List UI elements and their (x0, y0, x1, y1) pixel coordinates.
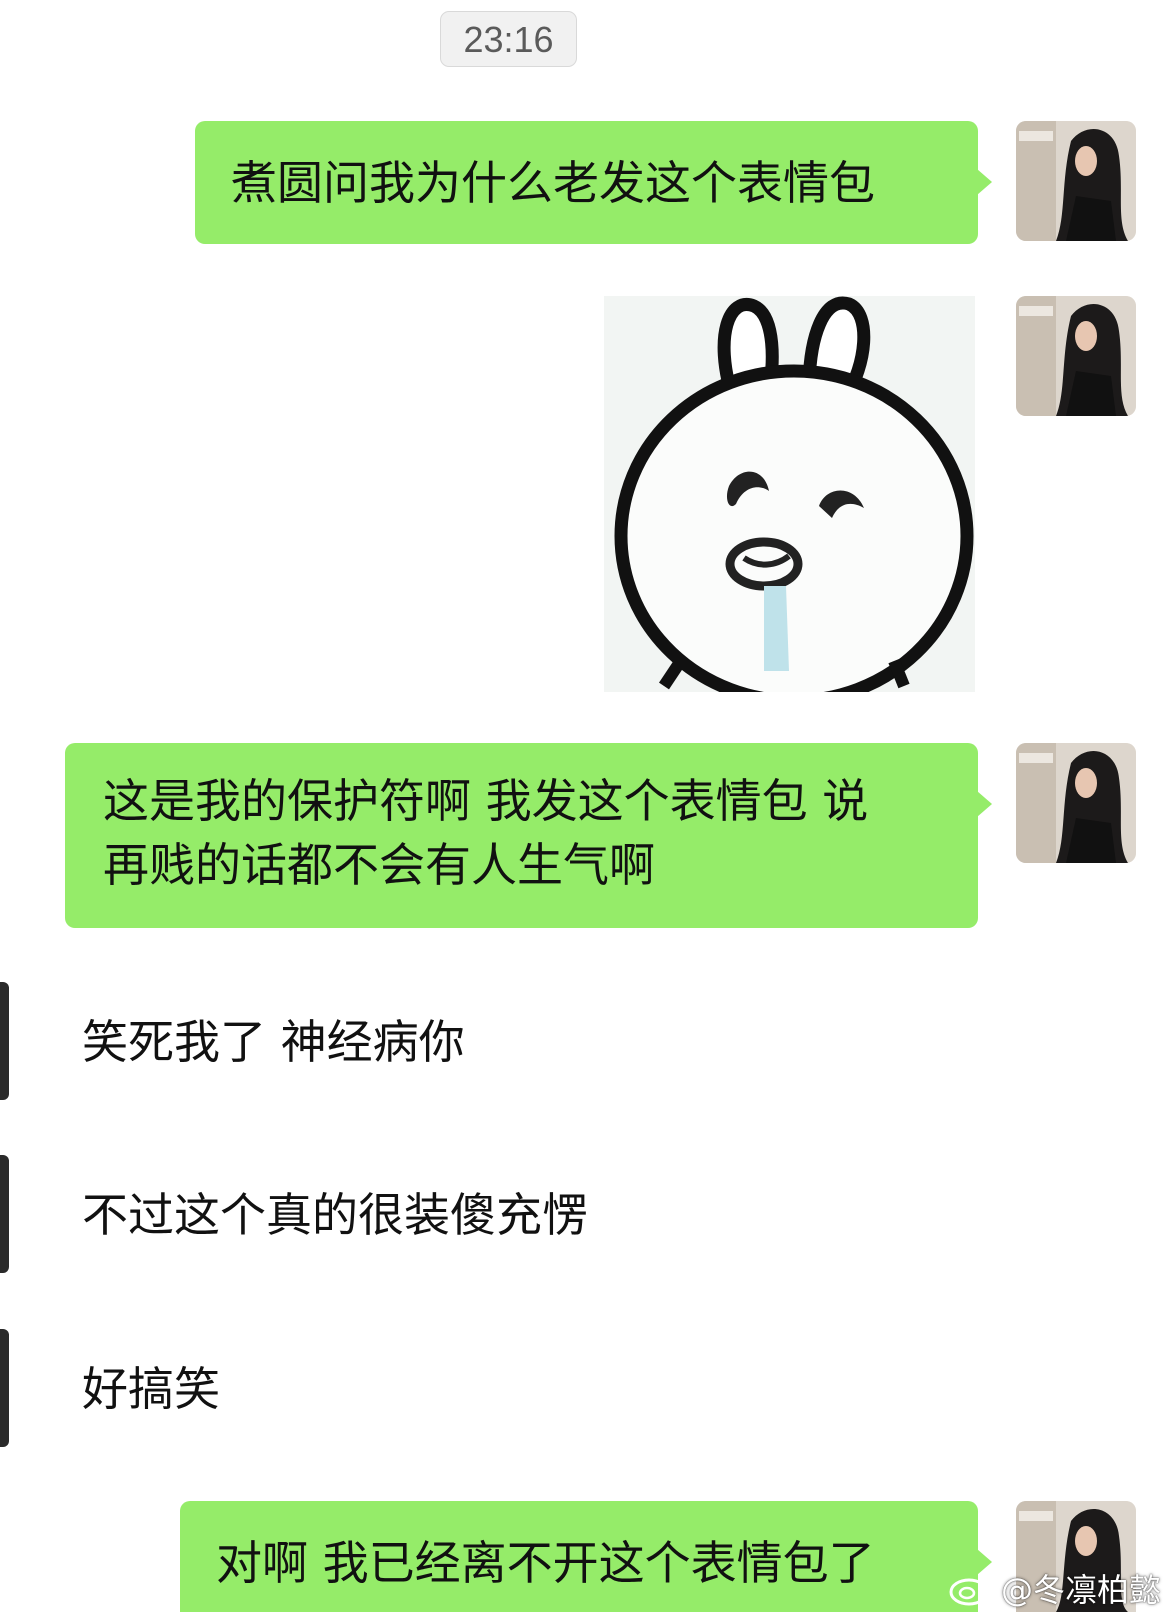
outgoing-message-bubble[interactable]: 这是我的保护符啊 我发这个表情包 说 再贱的话都不会有人生气啊 (65, 743, 992, 928)
message-text: 不过这个真的很装傻充愣 (82, 1188, 588, 1242)
message-text: 笑死我了 神经病你 (82, 1015, 465, 1069)
incoming-message-bubble[interactable]: 笑死我了 神经病你 (42, 982, 536, 1100)
self-avatar[interactable] (1016, 121, 1136, 241)
outgoing-message-bubble[interactable]: 对啊 我已经离不开这个表情包了 (180, 1501, 992, 1612)
watermark-text: @冬凛柏懿 (1000, 1571, 1161, 1609)
message-text: 对啊 我已经离不开这个表情包了 (216, 1536, 875, 1590)
contact-avatar[interactable] (0, 982, 9, 1100)
contact-avatar[interactable] (0, 1329, 9, 1447)
watermark: @冬凛柏懿 (949, 1566, 1161, 1610)
message-text: 煮圆问我为什么老发这个表情包 (231, 156, 875, 210)
message-text: 好搞笑 (82, 1362, 220, 1416)
incoming-message-bubble[interactable]: 不过这个真的很装傻充愣 (42, 1155, 678, 1273)
message-text-line-1: 这是我的保护符啊 我发这个表情包 说 (103, 774, 869, 828)
outgoing-message-bubble[interactable]: 煮圆问我为什么老发这个表情包 (195, 121, 992, 244)
message-text-line-2: 再贱的话都不会有人生气啊 (103, 838, 655, 892)
self-avatar[interactable] (1016, 743, 1136, 863)
timestamp: 23:16 (440, 11, 577, 67)
bubble-tail (977, 169, 992, 195)
incoming-message-bubble[interactable]: 好搞笑 (42, 1329, 278, 1447)
bubble-tail (977, 791, 992, 817)
bunny-face-sticker[interactable] (604, 296, 975, 708)
weibo-icon (949, 1574, 993, 1606)
self-avatar[interactable] (1016, 296, 1136, 416)
contact-avatar[interactable] (0, 1155, 9, 1273)
